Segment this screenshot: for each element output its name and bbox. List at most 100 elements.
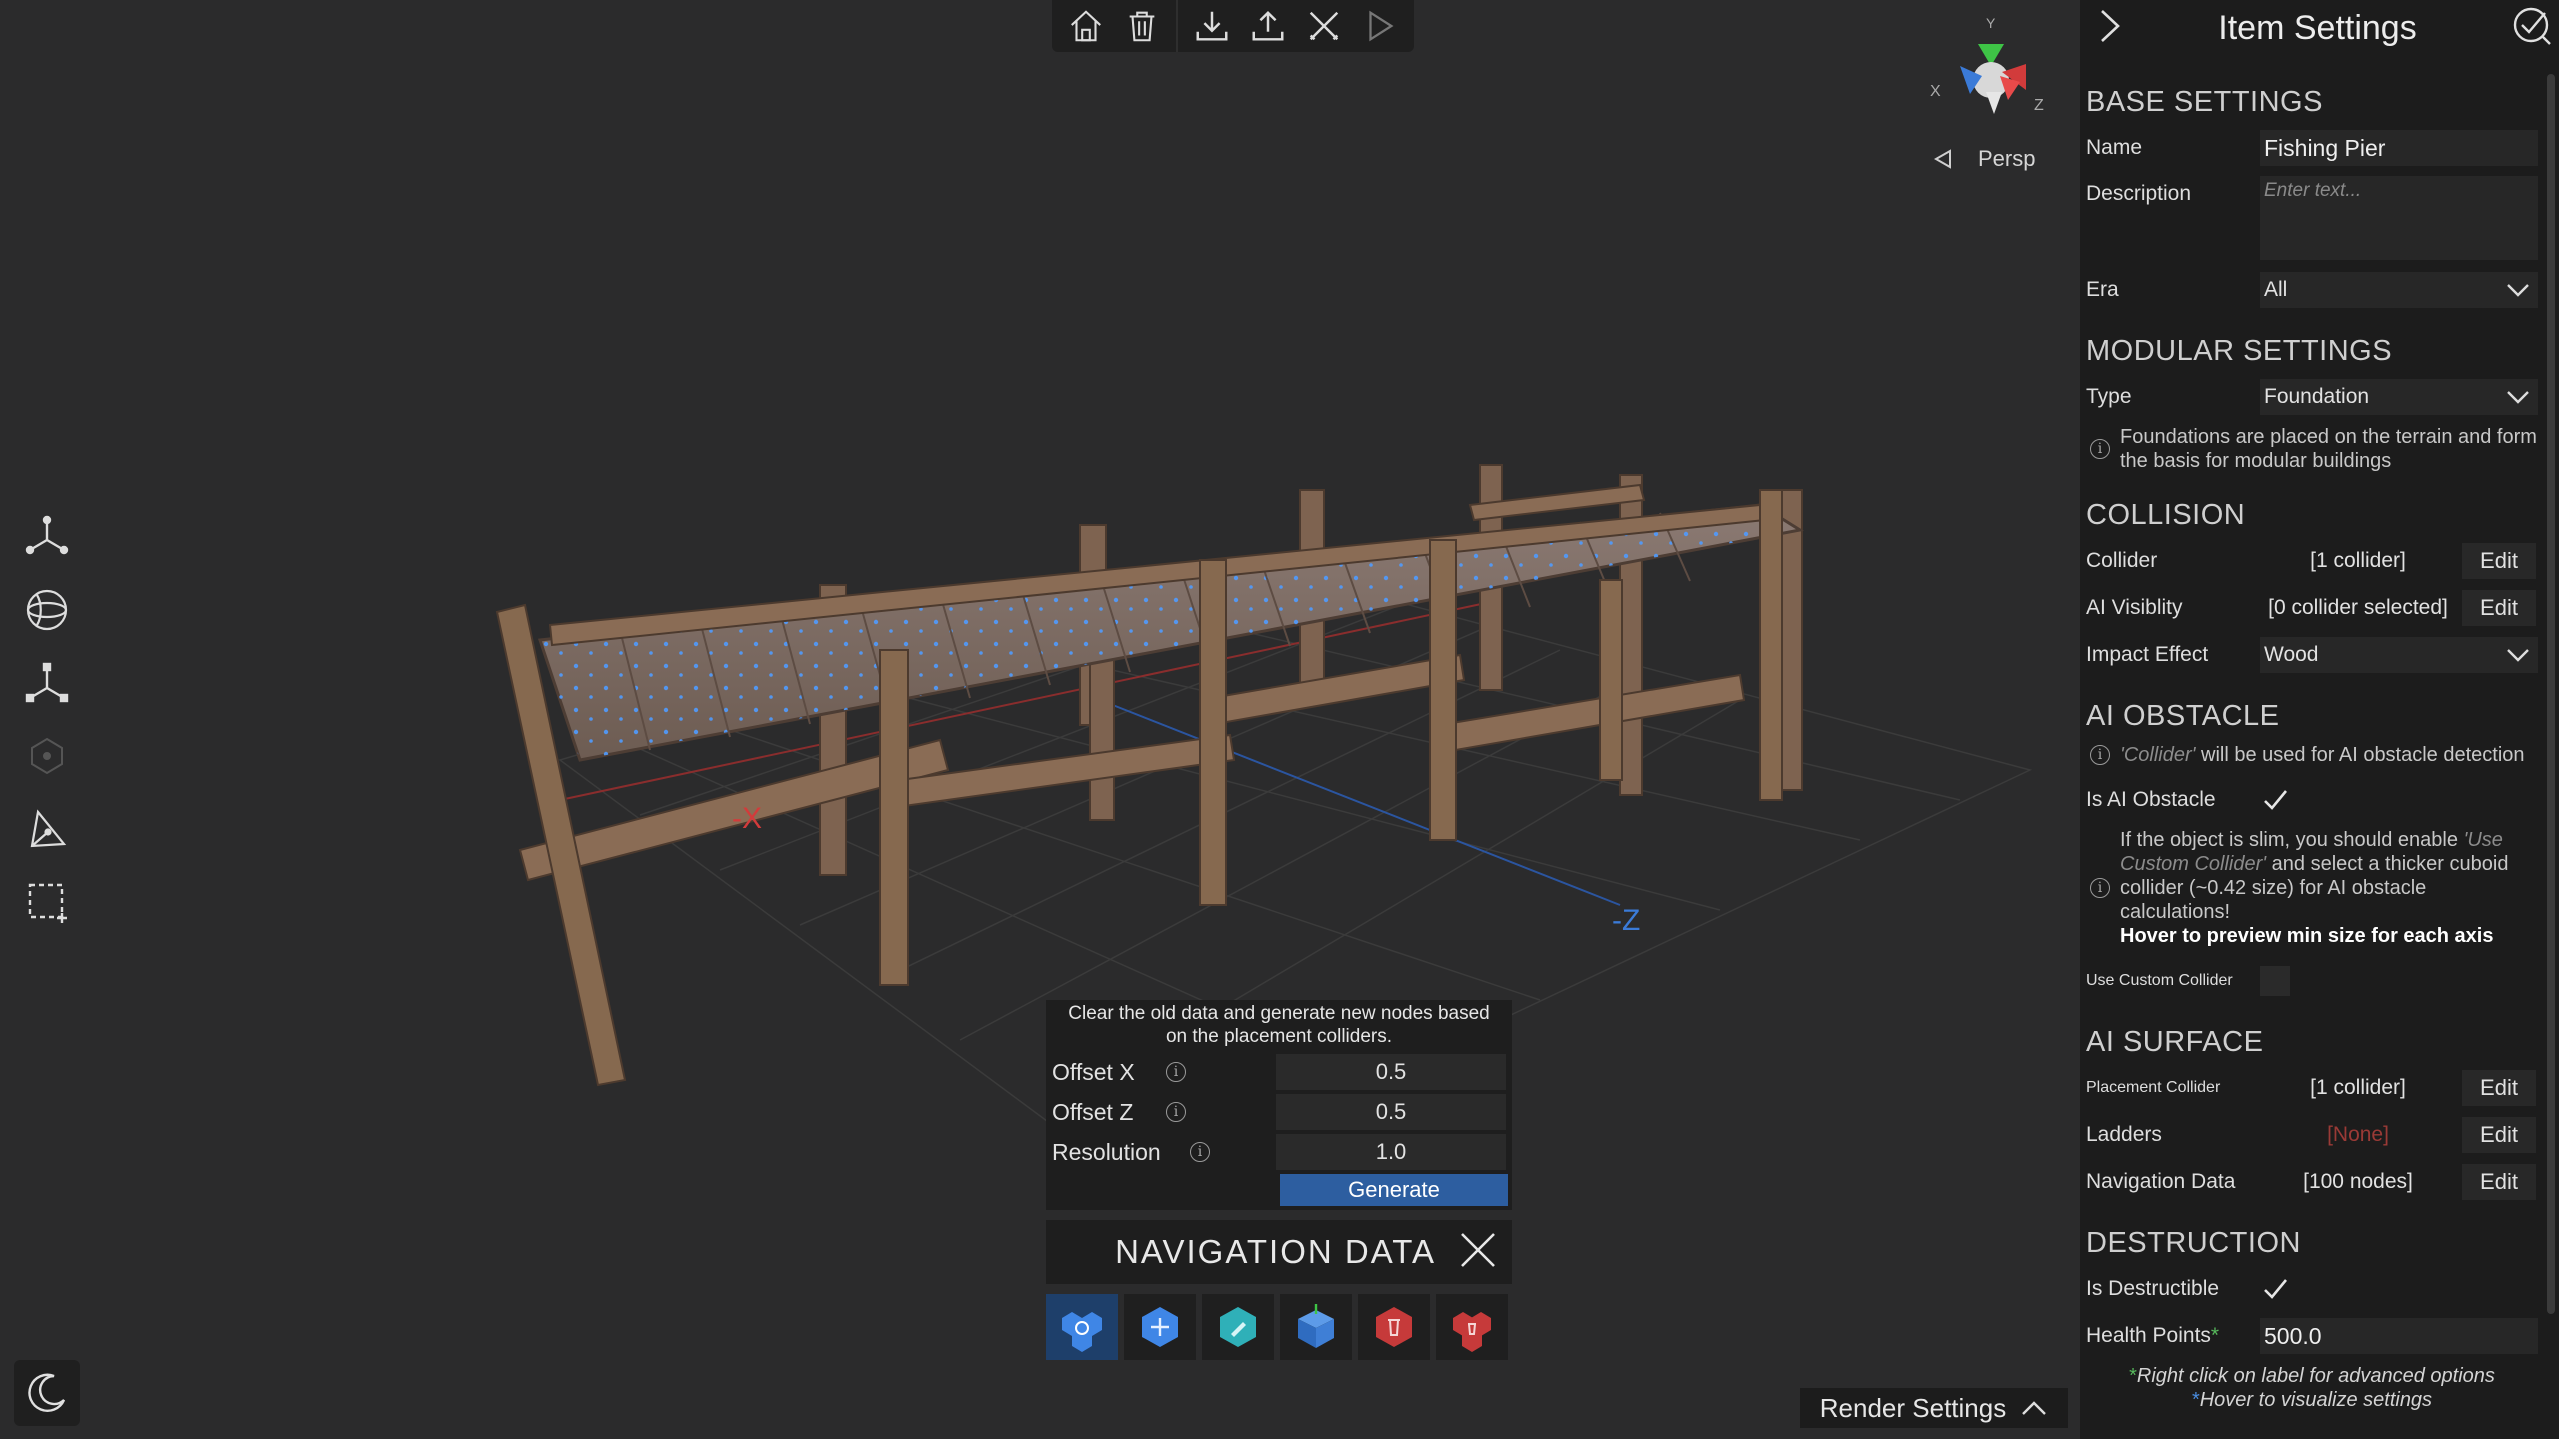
move-tool-button[interactable] [20, 510, 74, 564]
info-icon[interactable]: i [1166, 1062, 1186, 1082]
orientation-gizmo[interactable]: Y X Z [1930, 14, 2060, 134]
top-toolbar [1052, 0, 1414, 52]
era-value: All [2264, 278, 2288, 301]
resolution-input[interactable]: 1.0 [1276, 1134, 1506, 1170]
nodes-hex-icon [1062, 1312, 1102, 1352]
nav-close-button[interactable] [1458, 1230, 1498, 1275]
info-icon[interactable]: i [1166, 1102, 1186, 1122]
info-icon[interactable]: i [1190, 1142, 1210, 1162]
play-icon [1369, 10, 1394, 42]
gizmo-y-label: Y [1986, 15, 1996, 31]
transform-tools [20, 510, 74, 948]
name-label: Name [2086, 136, 2143, 159]
offset-z-input[interactable]: 0.5 [1276, 1094, 1506, 1130]
is-destructible-label: Is Destructible [2086, 1277, 2220, 1300]
nav-add-node-button[interactable] [1124, 1294, 1196, 1360]
generate-button[interactable]: Generate [1280, 1174, 1508, 1206]
nav-raise-node-button[interactable] [1280, 1294, 1352, 1360]
hover-preview-text[interactable]: Hover to preview min size for each axis [2120, 925, 2493, 947]
validate-button[interactable] [2511, 5, 2553, 52]
edit-navigation-data-button[interactable]: Edit [2462, 1164, 2536, 1200]
panel-scrollbar[interactable] [2547, 74, 2555, 1314]
close-icon [1461, 1232, 1495, 1267]
is-ai-obstacle-checkbox[interactable] [2260, 785, 2290, 815]
export-button[interactable] [1240, 0, 1296, 52]
param-row-offset-x: Offset X i 0.5 [1046, 1052, 1512, 1092]
nav-select-nodes-button[interactable] [1046, 1294, 1118, 1360]
impact-effect-label: Impact Effect [2086, 643, 2209, 666]
cube-up-icon [1298, 1304, 1334, 1348]
triangle-left-icon [1933, 149, 1951, 169]
edit-placement-collider-button[interactable]: Edit [2462, 1070, 2536, 1106]
panel-footnote: *Right click on label for advanced optio… [2086, 1364, 2538, 1412]
slim-note-text-1: If the object is slim, you should enable [2120, 829, 2464, 851]
select-rect-icon [28, 883, 67, 923]
offset-x-input[interactable]: 0.5 [1276, 1054, 1506, 1090]
navigation-data-panel: Clear the old data and generate new node… [1046, 1000, 1512, 1360]
edit-ai-visibility-button[interactable]: Edit [2462, 590, 2536, 626]
chevron-up-icon [2022, 1401, 2047, 1415]
3d-viewport[interactable]: -X -Z Y X Z Persp Clear the old data and… [0, 0, 2080, 1439]
destruction-header: DESTRUCTION [2086, 1227, 2301, 1259]
check-circle-icon [2513, 7, 2551, 45]
use-custom-collider-checkbox[interactable] [2260, 966, 2290, 996]
is-destructible-checkbox[interactable] [2260, 1274, 2290, 1304]
tools-button[interactable] [1296, 0, 1352, 52]
play-button[interactable] [1352, 0, 1408, 52]
nav-clear-nodes-button[interactable] [1436, 1294, 1508, 1360]
move-axes-icon [25, 515, 69, 555]
nav-panel-header: NAVIGATION DATA [1046, 1220, 1512, 1284]
ai-visibility-value: [0 collider selected] [2268, 596, 2448, 619]
advanced-options-star: * [2210, 1324, 2220, 1347]
night-mode-button[interactable] [14, 1360, 80, 1426]
collider-value: [1 collider] [2310, 549, 2406, 572]
import-button[interactable] [1184, 0, 1240, 52]
info-icon: i [2090, 439, 2110, 459]
era-dropdown[interactable]: All [2260, 272, 2538, 308]
chevron-down-icon [2507, 284, 2529, 297]
param-row-resolution: Resolution i 1.0 [1046, 1132, 1512, 1172]
description-label: Description [2086, 182, 2192, 205]
add-hex-icon [1142, 1307, 1178, 1347]
edit-collider-button[interactable]: Edit [2462, 543, 2536, 579]
render-settings-label: Render Settings [1819, 1392, 2007, 1423]
pivot-hex-icon [31, 737, 63, 775]
clear-hex-icon [1453, 1312, 1491, 1352]
health-points-label: Health Points [2086, 1324, 2211, 1347]
scale-tool-button[interactable] [20, 656, 74, 710]
edit-ladders-button[interactable]: Edit [2462, 1117, 2536, 1153]
chevron-down-icon [2507, 649, 2529, 662]
name-input[interactable]: Fishing Pier [2260, 130, 2538, 166]
chevron-right-icon [2101, 9, 2120, 42]
pivot-tool-button[interactable] [20, 729, 74, 783]
moon-icon [28, 1373, 66, 1412]
delete-button[interactable] [1114, 0, 1170, 52]
health-points-input[interactable]: 500.0 [2260, 1318, 2538, 1354]
nav-edit-node-button[interactable] [1202, 1294, 1274, 1360]
chevron-down-icon [2507, 391, 2529, 404]
impact-effect-dropdown[interactable]: Wood [2260, 637, 2538, 673]
description-input[interactable]: Enter text... [2260, 176, 2538, 260]
select-tool-button[interactable] [20, 875, 74, 929]
nav-tool-bar [1046, 1294, 1512, 1360]
nav-panel-title: NAVIGATION DATA [1115, 1233, 1436, 1270]
view-mode-toggle[interactable]: Persp [1932, 146, 2035, 172]
scene-render[interactable]: -X -Z [0, 0, 2080, 1439]
type-dropdown[interactable]: Foundation [2260, 379, 2538, 415]
render-settings-button[interactable]: Render Settings [1800, 1388, 2068, 1428]
is-ai-obstacle-label: Is AI Obstacle [2086, 788, 2216, 811]
info-icon: i [2090, 745, 2110, 765]
neg-z-axis-label: -Z [1612, 904, 1640, 937]
param-label: Resolution [1052, 1138, 1161, 1165]
nav-delete-node-button[interactable] [1358, 1294, 1430, 1360]
rotate-tool-button[interactable] [20, 583, 74, 637]
blue-star-marker: * [2191, 1389, 2200, 1411]
ai-obstacle-header: AI OBSTACLE [2086, 700, 2280, 732]
nav-generate-params: Clear the old data and generate new node… [1046, 1000, 1512, 1210]
view-mode-label: Persp [1978, 146, 2036, 171]
home-button[interactable] [1058, 0, 1114, 52]
collapse-panel-button[interactable] [2094, 6, 2124, 51]
snap-tool-button[interactable] [20, 802, 74, 856]
green-star-marker: * [2129, 1365, 2137, 1387]
download-icon [1196, 11, 1228, 41]
